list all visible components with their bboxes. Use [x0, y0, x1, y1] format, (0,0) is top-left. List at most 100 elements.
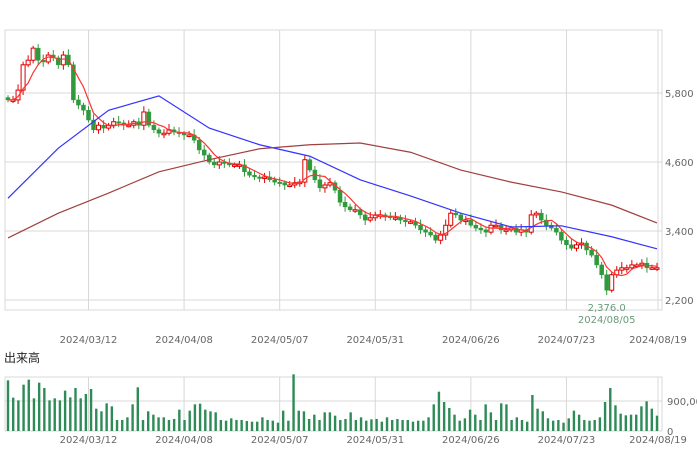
candle-up [654, 267, 660, 270]
volume-bar [567, 418, 570, 431]
x-tick-label: 2024/05/07 [251, 335, 309, 346]
volume-bar [448, 408, 451, 431]
volume-bar [541, 411, 544, 431]
y-tick-label: 5,800 [665, 89, 694, 100]
y-tick-label: 3,400 [665, 227, 694, 238]
volume-bar [520, 420, 524, 431]
candle-up [367, 217, 373, 221]
candle-down [473, 225, 479, 229]
candle-up [619, 267, 625, 271]
candle-down [247, 171, 252, 176]
candle-up [96, 124, 102, 131]
candle-down [569, 244, 574, 249]
volume-bar [89, 389, 93, 431]
candle-down [458, 214, 464, 221]
candle-up [322, 184, 328, 189]
volume-bar [427, 417, 430, 431]
volume-bar [515, 417, 519, 431]
candle-up [574, 244, 580, 249]
volume-bar [577, 414, 581, 431]
volume-bar [629, 414, 633, 431]
volume-bar [479, 420, 482, 431]
candle-up [327, 182, 333, 186]
volume-bar [401, 420, 404, 431]
volume-bar [572, 410, 576, 431]
candle-down [201, 149, 207, 156]
candle-down [151, 124, 157, 131]
volume-x-tick-label: 2024/03/12 [60, 435, 118, 446]
volume-bar [442, 402, 446, 431]
volume-bar [650, 408, 654, 431]
candle-down [282, 182, 287, 186]
x-tick-label: 2024/07/23 [538, 335, 596, 346]
volume-bar [551, 420, 555, 431]
candle-up [533, 212, 539, 216]
candle-up [463, 219, 469, 223]
volume-bar [110, 406, 114, 431]
candle-up [287, 184, 293, 188]
volume-bar [240, 420, 243, 431]
volume-bar [230, 418, 233, 431]
candle-down [35, 47, 41, 61]
volume-bar [557, 420, 560, 431]
candle-down [347, 206, 353, 210]
candle-down [317, 179, 323, 189]
volume-bar [250, 421, 254, 431]
candle-down [101, 124, 106, 129]
volume-bar [307, 419, 311, 431]
candle-down [116, 121, 121, 124]
candle-down [559, 231, 564, 241]
volume-bar [297, 410, 300, 431]
candle-up [161, 132, 167, 136]
stock-chart: 2024/03/12 2024/03/12 2024/04/08 2024/04/08… [4, 29, 697, 446]
volume-bar [141, 420, 145, 431]
candle-down [196, 139, 202, 151]
volume-bar [121, 420, 124, 431]
volume-bar [411, 421, 415, 431]
candle-down [539, 212, 544, 221]
volume-bar [95, 408, 98, 431]
volume-bar [463, 418, 467, 431]
ma5-line [8, 56, 658, 277]
y-tick-label: 2,200 [665, 296, 694, 307]
candle-down [453, 212, 459, 216]
volume-bar [245, 421, 249, 431]
volume-bar [323, 412, 326, 431]
volume-bar [235, 420, 238, 431]
volume-bar [635, 414, 638, 431]
volume-bar [391, 420, 394, 431]
candle-up [448, 212, 454, 226]
candle-down [468, 219, 474, 226]
candle-up [438, 234, 444, 241]
candle-up [126, 124, 132, 128]
volume-bar [136, 387, 139, 431]
volume-bar [598, 417, 602, 431]
candle-up [352, 209, 358, 212]
candle-down [433, 234, 438, 241]
candle-down [418, 225, 423, 231]
volume-bar [79, 398, 82, 431]
volume-bar [380, 421, 384, 431]
candle-up [609, 274, 615, 291]
volume-bar [354, 420, 358, 431]
volume-bar [6, 380, 10, 431]
volume-bar [609, 388, 612, 431]
candle-up [503, 229, 509, 232]
volume-bar [204, 409, 207, 431]
volume-bar [531, 395, 534, 431]
candle-down [76, 99, 81, 106]
volume-bar [370, 419, 373, 431]
volume-bar [468, 409, 472, 431]
volume-bar [48, 400, 51, 431]
candle-up [639, 262, 645, 266]
candle-down [589, 249, 594, 256]
candle-up [407, 221, 413, 224]
x-tick-label: 2024/06/26 [442, 335, 500, 346]
candle-down [564, 239, 569, 246]
volume-bar [69, 397, 72, 431]
volume-bar [183, 420, 186, 431]
ma25-line [7, 95, 658, 250]
volume-bar [484, 404, 487, 431]
volume-bar [365, 420, 368, 431]
candle-down [307, 159, 313, 171]
